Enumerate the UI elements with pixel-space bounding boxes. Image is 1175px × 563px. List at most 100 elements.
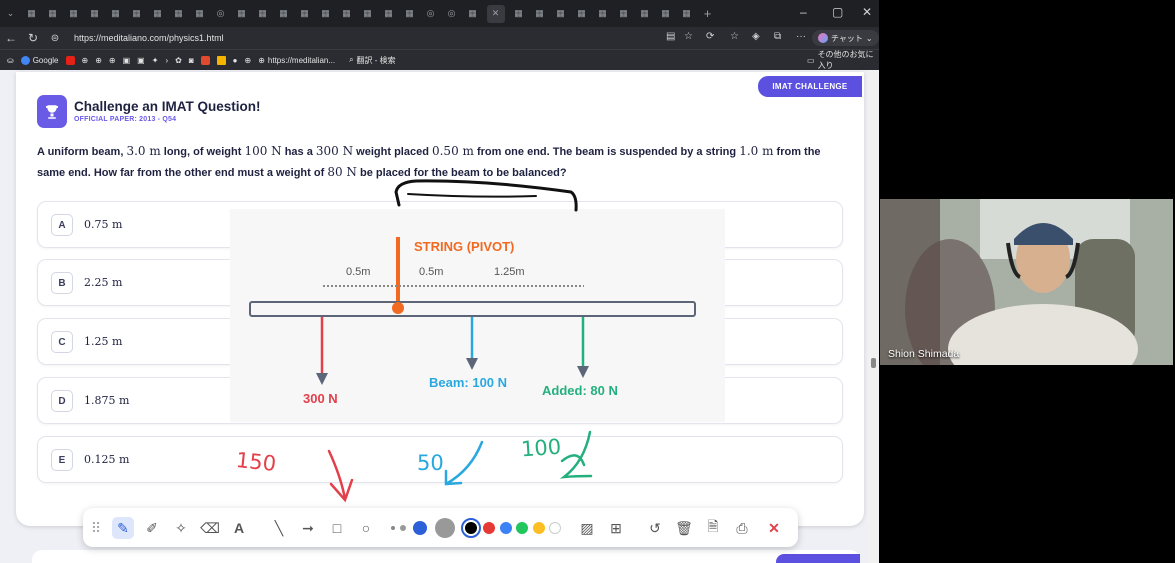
- tab-favicon[interactable]: ▦: [193, 7, 207, 21]
- tab-favicon[interactable]: ▦: [277, 7, 291, 21]
- back-icon[interactable]: ←: [0, 31, 22, 45]
- bookmark-icon[interactable]: [216, 55, 226, 65]
- image-icon[interactable]: ▨: [576, 517, 598, 539]
- tab-favicon[interactable]: ▦: [130, 7, 144, 21]
- tab-favicon[interactable]: ▦: [340, 7, 354, 21]
- bookmark-google[interactable]: Google: [20, 55, 59, 65]
- tab-favicon[interactable]: ▦: [361, 7, 375, 21]
- circle-tool-icon[interactable]: ○: [355, 517, 377, 539]
- tab-favicon[interactable]: ▦: [172, 7, 186, 21]
- globe-icon[interactable]: ⊕: [109, 56, 116, 65]
- highlighter-icon[interactable]: ✐: [141, 517, 163, 539]
- arrow-icon[interactable]: ›: [165, 56, 168, 65]
- scrollbar[interactable]: [868, 70, 879, 563]
- tab-favicon[interactable]: ▦: [512, 7, 526, 21]
- tab-favicon[interactable]: ▦: [680, 7, 694, 21]
- bookmark-icon[interactable]: ✿: [175, 56, 182, 65]
- collections-icon[interactable]: ☆: [730, 31, 739, 42]
- browser-window: ⌄ ▦ ▦ ▦ ▦ ▦ ▦ ▦ ▦ ▦ ◎ ▦ ▦ ▦ ▦ ▦ ▦ ▦ ▦ ▦ …: [0, 0, 879, 563]
- tab-favicon[interactable]: ▦: [256, 7, 270, 21]
- print-icon[interactable]: ⎙: [731, 517, 753, 539]
- shield-icon[interactable]: ◈: [752, 31, 760, 42]
- drag-handle-icon[interactable]: ⠿: [85, 517, 107, 539]
- sparkle-icon[interactable]: ✦: [152, 56, 159, 65]
- line-tool-icon[interactable]: ╲: [268, 517, 290, 539]
- pen-tool-icon[interactable]: ✎: [112, 517, 134, 539]
- color-swatch-blue[interactable]: [500, 522, 512, 534]
- force-label-beam: Beam: 100 N: [429, 375, 507, 390]
- globe-icon[interactable]: ⊕: [245, 56, 252, 65]
- new-tab-icon[interactable]: +: [701, 6, 715, 21]
- globe-icon[interactable]: ⊕: [95, 56, 102, 65]
- magic-wand-icon[interactable]: ✧: [170, 517, 192, 539]
- favorite-star-icon[interactable]: ☆: [684, 31, 693, 42]
- bookmark-icon[interactable]: [200, 55, 210, 65]
- close-window-icon[interactable]: ✕: [862, 5, 872, 19]
- close-icon[interactable]: ✕: [763, 517, 785, 539]
- tab-list-icon[interactable]: ⌄: [4, 7, 18, 21]
- tab-favicon[interactable]: ▦: [554, 7, 568, 21]
- maximize-icon[interactable]: ▢: [832, 5, 843, 19]
- bookmark-icon[interactable]: ▣: [137, 56, 145, 65]
- tab-favicon[interactable]: ▦: [25, 7, 39, 21]
- reload-icon[interactable]: ↻: [22, 31, 44, 45]
- arrow-tool-icon[interactable]: ➞: [297, 517, 319, 539]
- chat-button[interactable]: チャット ⌄: [812, 30, 879, 46]
- more-icon[interactable]: ···: [796, 31, 806, 42]
- tab-favicon[interactable]: ▦: [617, 7, 631, 21]
- url-field[interactable]: https://meditaliano.com/physics1.html: [74, 33, 224, 43]
- tab-favicon[interactable]: ▦: [659, 7, 673, 21]
- tab-favicon[interactable]: ▦: [575, 7, 589, 21]
- tab-favicon[interactable]: ▦: [638, 7, 652, 21]
- extensions-icon[interactable]: ⧉: [774, 31, 781, 42]
- size-large-icon[interactable]: [413, 521, 427, 535]
- tab-favicon[interactable]: ▦: [298, 7, 312, 21]
- tab-favicon[interactable]: ▦: [403, 7, 417, 21]
- tab-favicon[interactable]: ▦: [67, 7, 81, 21]
- option-e[interactable]: E 0.125 m: [37, 436, 843, 483]
- globe-icon[interactable]: ⊕: [82, 56, 89, 65]
- trash-icon[interactable]: 🗑: [673, 517, 695, 539]
- tab-favicon[interactable]: ▦: [596, 7, 610, 21]
- rectangle-tool-icon[interactable]: □: [326, 517, 348, 539]
- tab-favicon[interactable]: ▦: [382, 7, 396, 21]
- refresh-icon[interactable]: ⟳: [706, 31, 714, 42]
- bookmark-icon[interactable]: ◙: [189, 56, 194, 65]
- tab-favicon[interactable]: ◎: [214, 7, 228, 21]
- minimize-icon[interactable]: –: [800, 5, 807, 19]
- github-icon[interactable]: ●: [233, 56, 238, 65]
- tab-favicon[interactable]: ▦: [235, 7, 249, 21]
- tab-favicon[interactable]: ▦: [46, 7, 60, 21]
- size-medium-icon[interactable]: [400, 525, 406, 531]
- bookmark-translate[interactable]: ⌕ 翻訳 - 検索: [349, 55, 396, 66]
- tab-favicon[interactable]: ▦: [88, 7, 102, 21]
- undo-icon[interactable]: ↺: [644, 517, 666, 539]
- size-xlarge-icon[interactable]: [435, 518, 455, 538]
- reader-icon[interactable]: ▤: [666, 31, 675, 42]
- text-tool-icon[interactable]: A: [228, 517, 250, 539]
- color-swatch-white[interactable]: [549, 522, 561, 534]
- tab-favicon[interactable]: ◎: [445, 7, 459, 21]
- bookmark-icon[interactable]: ▣: [123, 56, 131, 65]
- tab-favicon[interactable]: ▦: [109, 7, 123, 21]
- tab-favicon[interactable]: ▦: [466, 7, 480, 21]
- bookmark-icon[interactable]: ⛀: [7, 56, 14, 65]
- grid-icon[interactable]: ⊞: [605, 517, 627, 539]
- color-swatch-yellow[interactable]: [533, 522, 545, 534]
- tab-favicon-active[interactable]: ✕: [486, 4, 505, 23]
- color-swatch-green[interactable]: [516, 522, 528, 534]
- document-icon[interactable]: 🗎: [702, 517, 724, 539]
- tab-favicon[interactable]: ▦: [319, 7, 333, 21]
- tab-favicon[interactable]: ▦: [151, 7, 165, 21]
- youtube-icon[interactable]: [65, 55, 75, 65]
- tab-favicon[interactable]: ▦: [533, 7, 547, 21]
- tab-favicon[interactable]: ◎: [424, 7, 438, 21]
- scrollbar-thumb[interactable]: [871, 358, 876, 368]
- bookmark-meditaliano[interactable]: ⊕ https://meditalian...: [258, 56, 335, 65]
- card-subtitle: OFFICIAL PAPER: 2013 - Q54: [74, 116, 177, 123]
- color-swatch-red[interactable]: [483, 522, 495, 534]
- site-info-icon[interactable]: ⊜: [44, 33, 66, 44]
- size-small-icon[interactable]: [391, 526, 395, 530]
- other-bookmarks[interactable]: ▭ その他のお気に入り: [807, 49, 879, 71]
- eraser-icon[interactable]: ⌫: [199, 517, 221, 539]
